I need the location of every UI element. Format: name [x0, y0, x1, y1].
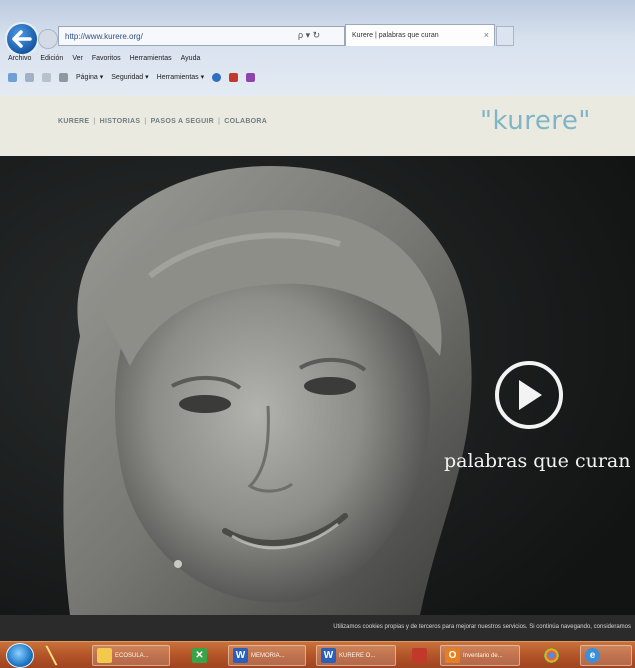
office-icon: O [445, 648, 460, 663]
back-button[interactable] [5, 22, 39, 56]
address-tools[interactable]: ρ ▾ ↻ [298, 30, 320, 41]
word-icon: W [321, 648, 336, 663]
menu-edicion[interactable]: Edición [40, 55, 63, 67]
chrome-icon [544, 648, 559, 663]
command-bar: Página ▾ Seguridad ▾ Herramientas ▾ [8, 70, 256, 84]
pencil-icon: ╲ [46, 647, 57, 665]
internet-explorer-icon: e [585, 648, 600, 663]
addon-icon[interactable] [246, 72, 256, 82]
nav-kurere[interactable]: KURERE [58, 118, 89, 125]
taskbar-label: KURERE O... [339, 652, 376, 659]
browser-tab[interactable]: Kurere | palabras que curan × [345, 24, 495, 46]
taskbar-item-ecosula[interactable]: ECOSULA... [92, 645, 170, 666]
print-icon[interactable] [59, 72, 68, 82]
nav-colabora[interactable]: COLABORA [224, 118, 267, 125]
taskbar-label: MEMORIA... [251, 652, 285, 659]
start-button[interactable] [6, 643, 34, 668]
feeds-icon[interactable] [25, 72, 34, 82]
nav-separator: | [144, 118, 147, 125]
new-tab-button[interactable] [496, 26, 514, 46]
menu-bar: Archivo Edición Ver Favoritos Herramient… [8, 55, 200, 67]
cookie-banner: Utilizamos cookies propias y de terceros… [0, 615, 635, 641]
cmd-herramientas[interactable]: Herramientas ▾ [157, 73, 204, 81]
cookie-notice: Utilizamos cookies propias y de terceros… [333, 624, 631, 630]
play-button[interactable] [495, 361, 563, 429]
address-text: http://www.kurere.org/ [65, 32, 143, 41]
cmd-pagina[interactable]: Página ▾ [76, 73, 103, 81]
browser-chrome: http://www.kurere.org/ ρ ▾ ↻ Kurere | pa… [0, 0, 635, 96]
hero-tagline: palabras que curan [444, 450, 631, 472]
hero-video[interactable]: palabras que curan [0, 156, 635, 615]
menu-ver[interactable]: Ver [72, 55, 83, 67]
menu-herramientas[interactable]: Herramientas [130, 55, 172, 67]
windows-taskbar: ╲ ECOSULA... ✕ W MEMORIA... W KURERE O..… [0, 641, 635, 668]
taskbar-label: ECOSULA... [115, 652, 149, 659]
forward-button[interactable] [38, 29, 58, 49]
nav-pasos-a-seguir[interactable]: PASOS A SEGUIR [151, 118, 214, 125]
site-nav: KURERE | HISTORIAS | PASOS A SEGUIR | CO… [58, 118, 267, 125]
taskbar-item-memoria[interactable]: W MEMORIA... [228, 645, 306, 666]
word-icon: W [233, 648, 248, 663]
taskbar-label: Inventario de... [463, 652, 503, 659]
help-icon[interactable] [212, 72, 222, 82]
tab-title: Kurere | palabras que curan [352, 32, 439, 39]
taskbar-item-inventario[interactable]: O Inventario de... [440, 645, 520, 666]
taskbar-item-kurere[interactable]: W KURERE O... [316, 645, 396, 666]
play-icon [519, 380, 542, 410]
taskbar-item[interactable]: ╲ [40, 645, 63, 666]
nav-separator: | [93, 118, 96, 125]
menu-ayuda[interactable]: Ayuda [181, 55, 201, 67]
pdf-icon [412, 648, 427, 663]
taskbar-item[interactable] [540, 645, 563, 666]
mail-icon[interactable] [42, 72, 51, 82]
back-arrow-icon [12, 30, 32, 48]
menu-favoritos[interactable]: Favoritos [92, 55, 121, 67]
cmd-seguridad[interactable]: Seguridad ▾ [111, 73, 148, 81]
close-icon[interactable]: × [484, 30, 489, 40]
nav-separator: | [218, 118, 221, 125]
site-header: KURERE | HISTORIAS | PASOS A SEGUIR | CO… [0, 96, 635, 156]
menu-archivo[interactable]: Archivo [8, 55, 31, 67]
folder-icon [97, 648, 112, 663]
taskbar-item[interactable] [408, 645, 431, 666]
addon-icon[interactable] [229, 72, 239, 82]
spreadsheet-icon: ✕ [192, 648, 207, 663]
taskbar-item-ie[interactable]: e [580, 645, 632, 666]
home-icon[interactable] [8, 72, 17, 82]
taskbar-item[interactable]: ✕ [188, 645, 211, 666]
site-logo[interactable]: "kurere" [480, 106, 591, 136]
nav-historias[interactable]: HISTORIAS [100, 118, 141, 125]
